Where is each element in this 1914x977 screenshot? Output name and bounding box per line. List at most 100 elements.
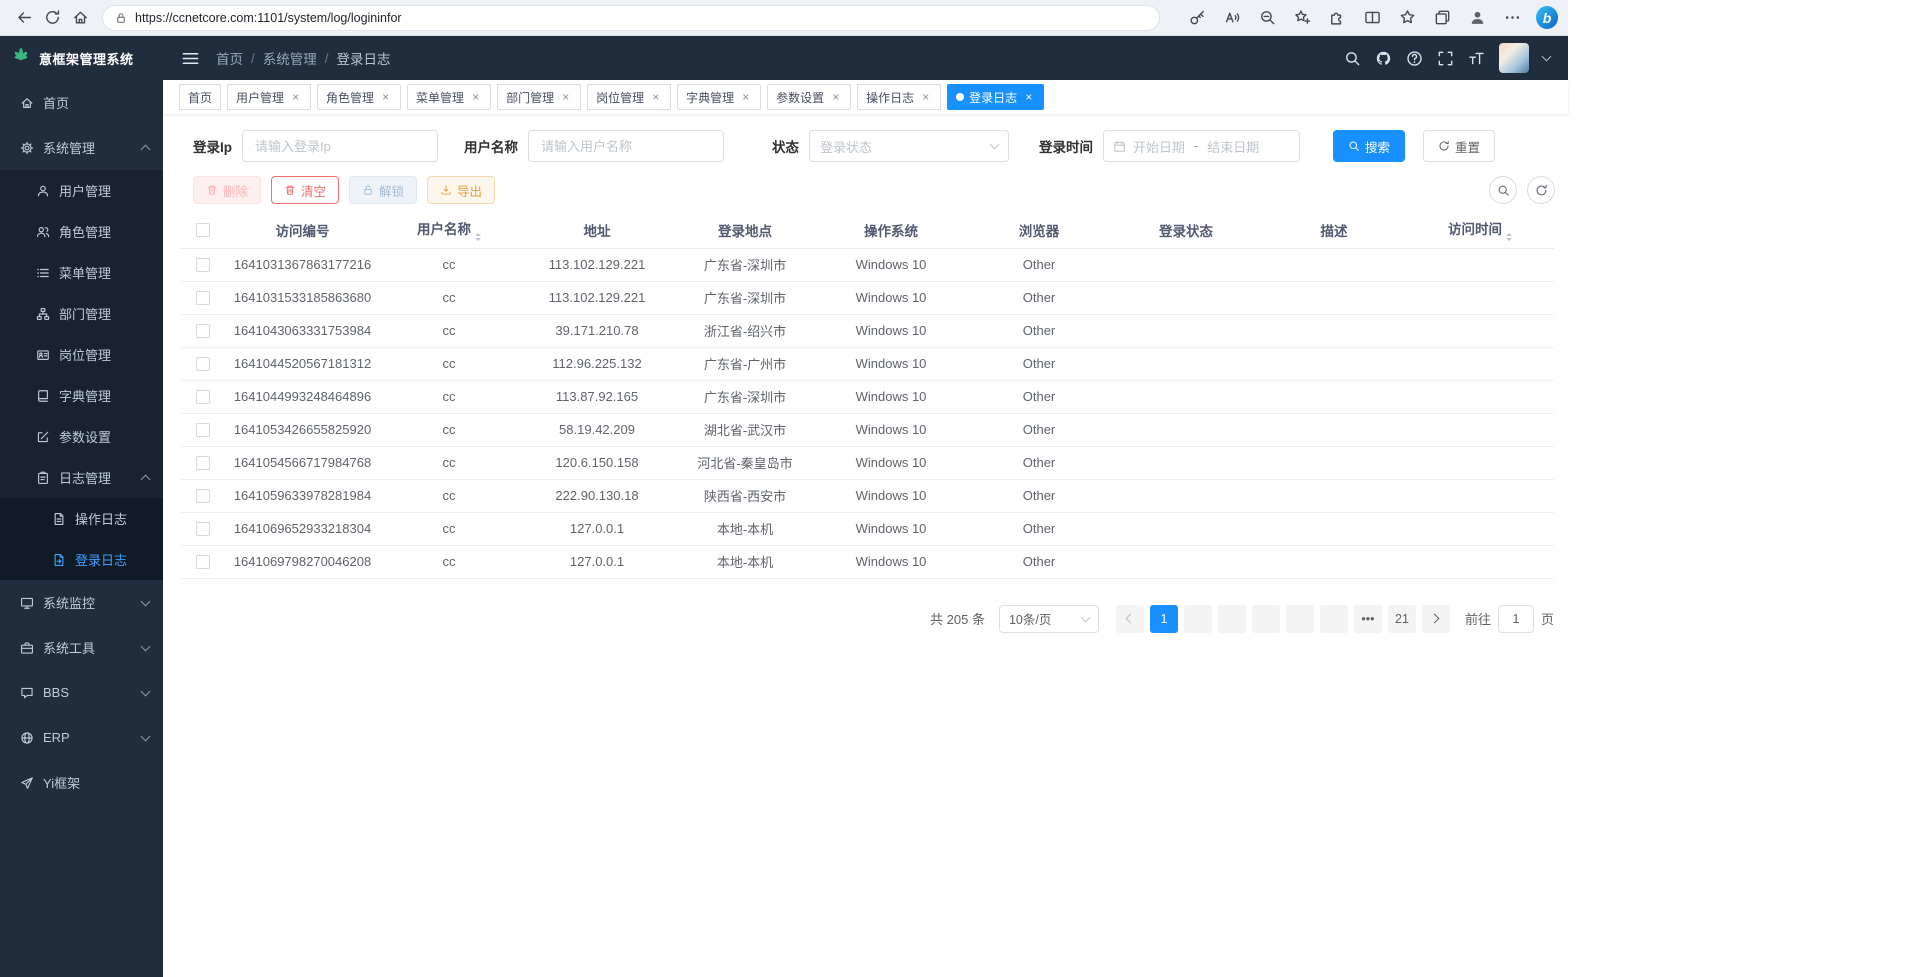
- page-button[interactable]: [1184, 605, 1212, 633]
- bing-chat-icon[interactable]: b: [1536, 4, 1558, 32]
- sidebar-item-param-settings[interactable]: 参数设置: [0, 416, 163, 457]
- sidebar-item-system-management[interactable]: 系统管理: [0, 125, 163, 170]
- row-checkbox[interactable]: [196, 258, 210, 272]
- sidebar-item-login-log[interactable]: 登录日志: [0, 539, 163, 580]
- search-button[interactable]: 搜索: [1333, 130, 1405, 162]
- tab-param-settings[interactable]: 参数设置×: [767, 84, 851, 110]
- split-screen-icon[interactable]: [1361, 4, 1383, 32]
- browser-menu-icon[interactable]: [1501, 4, 1523, 32]
- tab-dept-management[interactable]: 部门管理×: [497, 84, 581, 110]
- col-user-name[interactable]: 用户名称: [380, 212, 518, 248]
- sidebar-item-operation-log[interactable]: 操作日志: [0, 498, 163, 539]
- github-icon[interactable]: [1375, 50, 1392, 67]
- breadcrumb-home[interactable]: 首页: [216, 48, 243, 68]
- tab-operation-log[interactable]: 操作日志×: [857, 84, 941, 110]
- goto-page-input[interactable]: [1498, 605, 1534, 633]
- page-size-select[interactable]: 10条/页: [999, 605, 1099, 633]
- tab-user-management[interactable]: 用户管理×: [227, 84, 311, 110]
- site-lock-icon[interactable]: [115, 12, 127, 24]
- sidebar-item-dict-management[interactable]: 字典管理: [0, 375, 163, 416]
- collections-icon[interactable]: [1431, 4, 1453, 32]
- sidebar-item-home[interactable]: 首页: [0, 80, 163, 125]
- tab-dict-management[interactable]: 字典管理×: [677, 84, 761, 110]
- clear-button[interactable]: 清空: [271, 176, 339, 204]
- zoom-out-icon[interactable]: [1256, 4, 1278, 32]
- sort-icon[interactable]: [475, 233, 481, 241]
- help-icon[interactable]: [1406, 50, 1423, 67]
- row-checkbox[interactable]: [196, 489, 210, 503]
- favorites-icon[interactable]: [1396, 4, 1418, 32]
- add-favorite-icon[interactable]: [1291, 4, 1313, 32]
- breadcrumb-system[interactable]: 系统管理: [263, 48, 317, 68]
- prev-page-button[interactable]: [1116, 605, 1144, 633]
- select-all-checkbox[interactable]: [196, 223, 210, 237]
- tab-menu-management[interactable]: 菜单管理×: [407, 84, 491, 110]
- unlock-button[interactable]: 解锁: [349, 176, 417, 204]
- sidebar-item-menu-management[interactable]: 菜单管理: [0, 252, 163, 293]
- status-select[interactable]: 登录状态: [809, 130, 1009, 162]
- page-button[interactable]: [1286, 605, 1314, 633]
- page-button[interactable]: [1320, 605, 1348, 633]
- page-button[interactable]: [1218, 605, 1246, 633]
- next-page-button[interactable]: [1422, 605, 1450, 633]
- close-icon[interactable]: ×: [559, 91, 572, 104]
- row-checkbox[interactable]: [196, 324, 210, 338]
- profile-icon[interactable]: [1466, 4, 1488, 32]
- sidebar-item-dept-management[interactable]: 部门管理: [0, 293, 163, 334]
- reset-button[interactable]: 重置: [1423, 130, 1495, 162]
- fullscreen-icon[interactable]: [1437, 50, 1454, 67]
- close-icon[interactable]: ×: [919, 91, 932, 104]
- refresh-table-button[interactable]: [1527, 176, 1555, 204]
- login-ip-input[interactable]: [242, 130, 438, 162]
- row-checkbox[interactable]: [196, 390, 210, 404]
- row-checkbox[interactable]: [196, 555, 210, 569]
- password-key-icon[interactable]: [1186, 4, 1208, 32]
- date-range-picker[interactable]: 开始日期 - 结束日期: [1103, 130, 1300, 162]
- hamburger-icon[interactable]: [181, 49, 200, 68]
- reload-icon[interactable]: [38, 4, 66, 32]
- export-button[interactable]: 导出: [427, 176, 495, 204]
- close-icon[interactable]: ×: [739, 91, 752, 104]
- col-visit-time[interactable]: 访问时间: [1406, 212, 1554, 248]
- page-button[interactable]: [1252, 605, 1280, 633]
- close-icon[interactable]: ×: [829, 91, 842, 104]
- toggle-search-button[interactable]: [1489, 176, 1517, 204]
- user-name-input[interactable]: [528, 130, 724, 162]
- read-aloud-icon[interactable]: [1221, 4, 1243, 32]
- page-button-current[interactable]: 1: [1150, 605, 1178, 633]
- address-bar[interactable]: https://ccnetcore.com:1101/system/log/lo…: [102, 5, 1160, 31]
- font-size-icon[interactable]: [1468, 50, 1485, 67]
- last-page-button[interactable]: 21: [1388, 605, 1416, 633]
- sidebar-item-role-management[interactable]: 角色管理: [0, 211, 163, 252]
- search-icon[interactable]: [1344, 50, 1361, 67]
- sort-icon[interactable]: [1506, 233, 1512, 241]
- close-icon[interactable]: ×: [469, 91, 482, 104]
- sidebar-item-bbs[interactable]: BBS: [0, 670, 163, 715]
- tab-home[interactable]: 首页: [179, 84, 221, 110]
- delete-button[interactable]: 删除: [193, 176, 261, 204]
- close-icon[interactable]: ×: [289, 91, 302, 104]
- row-checkbox[interactable]: [196, 522, 210, 536]
- sidebar-item-user-management[interactable]: 用户管理: [0, 170, 163, 211]
- sidebar-item-erp[interactable]: ERP: [0, 715, 163, 760]
- tab-role-management[interactable]: 角色管理×: [317, 84, 401, 110]
- sidebar-item-system-monitor[interactable]: 系统监控: [0, 580, 163, 625]
- more-pages-button[interactable]: •••: [1354, 605, 1382, 633]
- browser-home-icon[interactable]: [66, 4, 94, 32]
- close-icon[interactable]: ×: [1022, 91, 1035, 104]
- close-icon[interactable]: ×: [379, 91, 392, 104]
- row-checkbox[interactable]: [196, 357, 210, 371]
- tab-login-log[interactable]: 登录日志×: [947, 84, 1044, 110]
- sidebar-item-log-management[interactable]: 日志管理: [0, 457, 163, 498]
- user-avatar[interactable]: [1499, 43, 1529, 73]
- close-icon[interactable]: ×: [649, 91, 662, 104]
- row-checkbox[interactable]: [196, 423, 210, 437]
- back-icon[interactable]: [10, 4, 38, 32]
- sidebar-item-system-tools[interactable]: 系统工具: [0, 625, 163, 670]
- sidebar-item-yi-framework[interactable]: Yi框架: [0, 760, 163, 805]
- row-checkbox[interactable]: [196, 291, 210, 305]
- row-checkbox[interactable]: [196, 456, 210, 470]
- tab-post-management[interactable]: 岗位管理×: [587, 84, 671, 110]
- sidebar-item-post-management[interactable]: 岗位管理: [0, 334, 163, 375]
- extensions-icon[interactable]: [1326, 4, 1348, 32]
